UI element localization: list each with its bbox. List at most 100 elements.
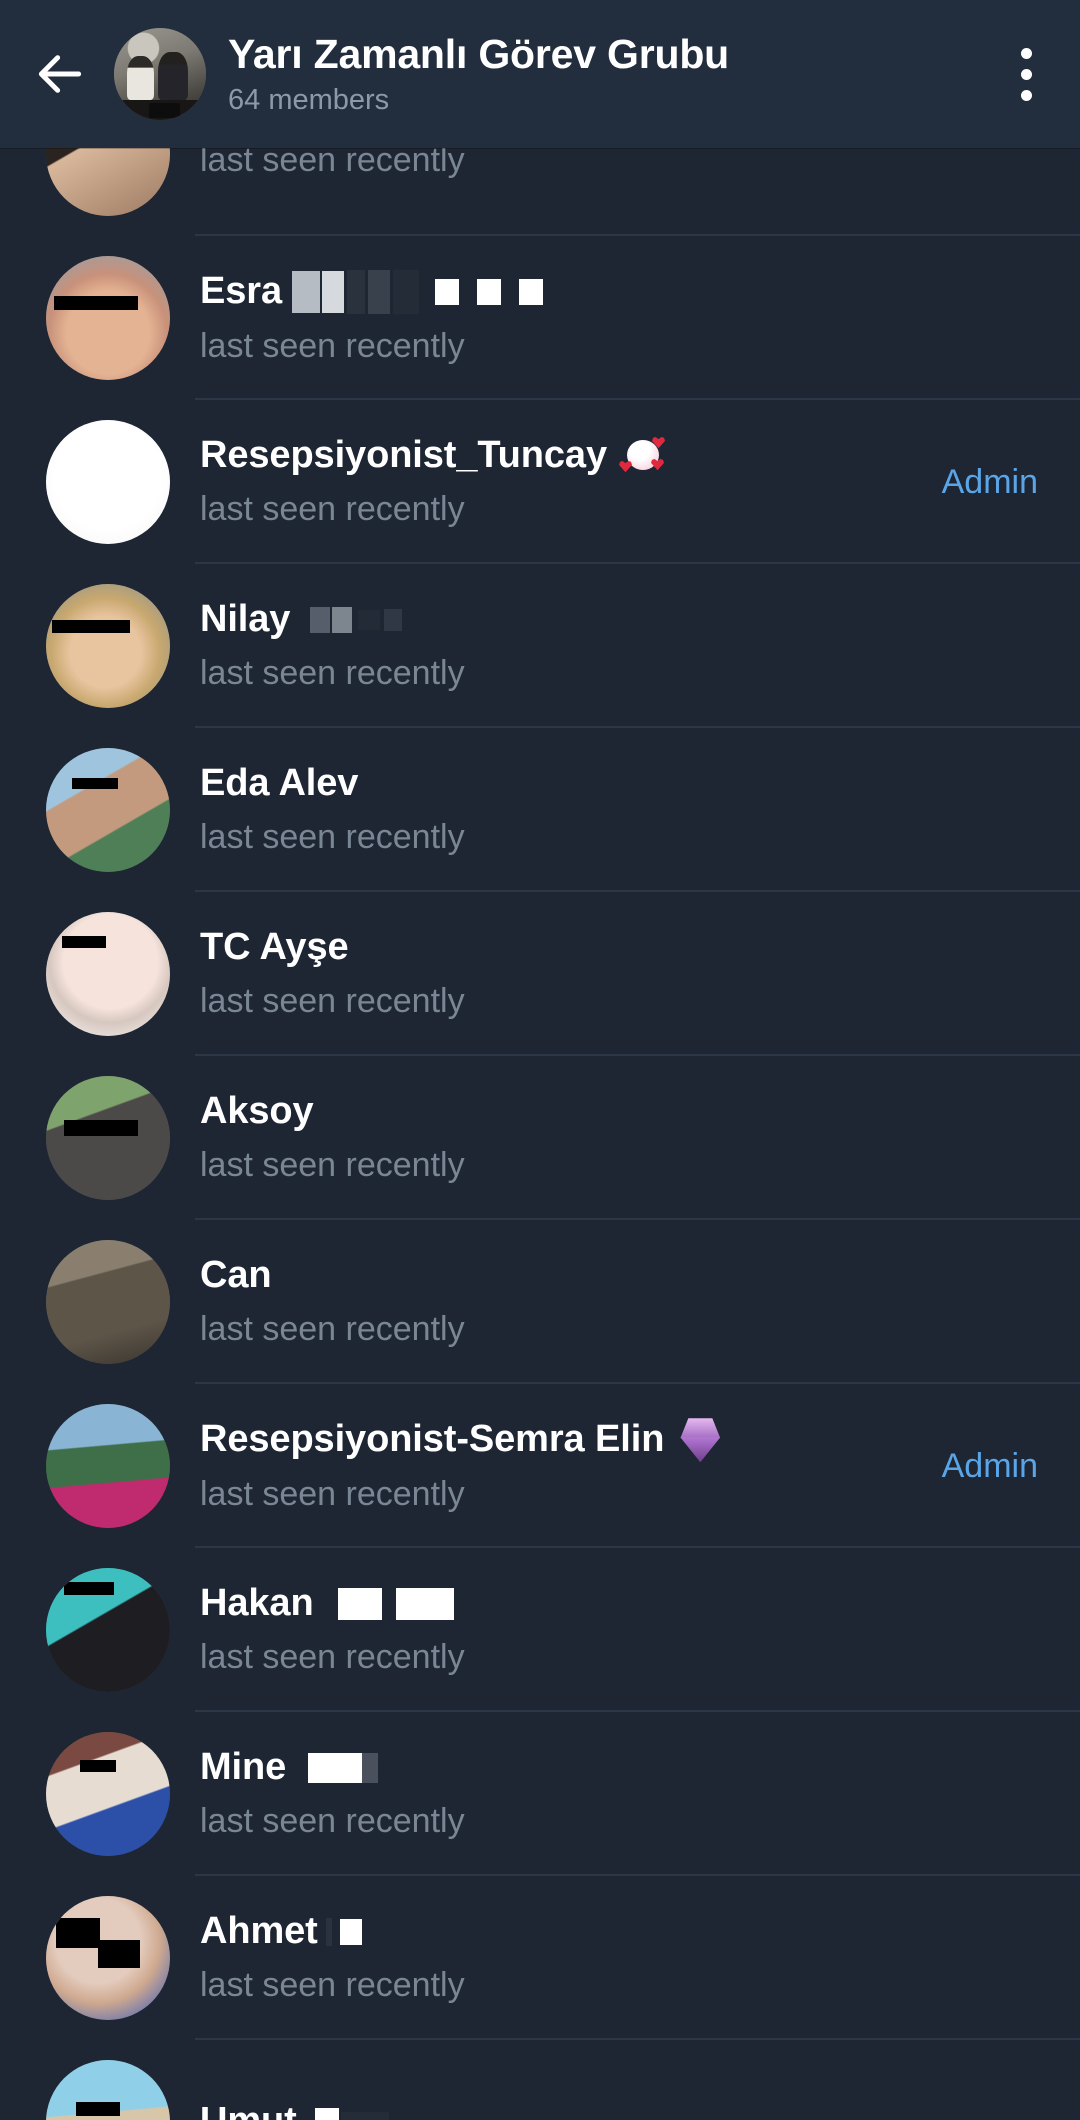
avatar[interactable] — [46, 1568, 170, 1692]
member-info: Hakan last seen recently — [200, 1583, 1080, 1676]
redaction-block — [393, 270, 420, 315]
overflow-menu-icon-dot-1 — [1020, 47, 1032, 59]
member-row[interactable]: Aksoy last seen recently — [0, 1056, 1080, 1220]
member-row[interactable]: Ahmet last seen recently — [0, 1876, 1080, 2040]
avatar[interactable] — [46, 1404, 170, 1528]
avatar[interactable] — [46, 2060, 170, 2120]
member-status: last seen recently — [200, 654, 465, 693]
header-text-block: Yarı Zamanlı Görev Grubu 64 members — [228, 33, 972, 114]
avatar[interactable] — [46, 256, 170, 380]
member-status: last seen recently — [200, 818, 465, 857]
avatar-photo — [46, 1732, 170, 1856]
member-row[interactable]: Esra last seen recently — [0, 236, 1080, 400]
member-row[interactable]: Mine last seen recently — [0, 1712, 1080, 1876]
group-avatar[interactable] — [114, 28, 206, 120]
app-header: Yarı Zamanlı Görev Grubu 64 members — [0, 0, 1080, 148]
member-name: Esra — [200, 270, 283, 313]
avatar[interactable] — [46, 420, 170, 544]
member-status: last seen recently — [200, 1802, 465, 1841]
cat-heart-icon — [619, 436, 666, 476]
redaction-block — [347, 270, 366, 315]
member-row[interactable]: TC Ayşe last seen recently — [0, 892, 1080, 1056]
member-name-line: Aksoy — [200, 1091, 1080, 1133]
avatar-photo — [46, 584, 170, 708]
member-row[interactable]: Resepsiyonist_Tuncay last seen recently Ad… — [0, 400, 1080, 564]
member-row[interactable]: Resepsiyonist-Semra Elin last seen recent… — [0, 1384, 1080, 1548]
avatar-photo — [46, 1240, 170, 1364]
redacted-name-blocks — [303, 2107, 389, 2120]
member-status: last seen recently — [200, 1310, 465, 1349]
member-status: last seen recently — [200, 982, 465, 1021]
member-row[interactable]: Umut — [0, 2040, 1080, 2120]
privacy-bar — [80, 1760, 116, 1772]
avatar[interactable] — [46, 584, 170, 708]
avatar[interactable] — [46, 912, 170, 1036]
avatar-photo — [46, 420, 170, 544]
page-title: Yarı Zamanlı Görev Grubu — [228, 31, 730, 78]
member-name-line: Can — [200, 1255, 1080, 1297]
overflow-menu-icon-dot-2 — [1020, 68, 1032, 80]
redaction-block — [519, 279, 544, 306]
redaction-block — [340, 2111, 389, 2120]
member-row[interactable]: Eda Alev last seen recently — [0, 728, 1080, 892]
member-name: Resepsiyonist-Semra Elin — [200, 1418, 665, 1461]
redaction-block — [308, 1753, 363, 1784]
avatar-photo — [46, 912, 170, 1036]
member-status: last seen recently — [200, 1966, 465, 2005]
member-name: Eda Alev — [200, 762, 359, 805]
member-row[interactable]: Nilay last seen recently — [0, 564, 1080, 728]
avatar[interactable] — [46, 748, 170, 872]
avatar[interactable] — [46, 1076, 170, 1200]
member-info: Aksoy last seen recently — [200, 1091, 1080, 1184]
member-info: Mine last seen recently — [200, 1747, 1080, 1840]
redacted-name-blocks — [320, 1588, 454, 1621]
member-name-line: Hakan — [200, 1583, 1080, 1625]
member-row[interactable]: Hakan last seen recently — [0, 1548, 1080, 1712]
overflow-menu-button[interactable] — [972, 0, 1080, 148]
member-info: Resepsiyonist_Tuncaylast seen recently — [200, 435, 942, 528]
member-status: last seen recently — [200, 490, 465, 529]
member-name: TC Ayşe — [200, 926, 349, 969]
avatar[interactable] — [46, 1240, 170, 1364]
member-status: last seen recently — [200, 1146, 465, 1185]
member-status: last seen recently — [200, 327, 465, 366]
admin-badge: Admin — [941, 1446, 1038, 1485]
group-members-screen: Yarı Zamanlı Görev Grubu 64 members last… — [0, 0, 1080, 2120]
privacy-bar — [76, 2102, 120, 2116]
back-button[interactable] — [0, 0, 120, 148]
privacy-bar — [64, 1120, 138, 1136]
member-name: Aksoy — [200, 1090, 314, 1133]
redaction-block — [358, 610, 381, 631]
redacted-name-blocks — [324, 1918, 362, 1947]
redaction-block — [310, 607, 331, 634]
avatar[interactable] — [46, 1896, 170, 2020]
avatar[interactable] — [46, 1732, 170, 1856]
privacy-bar — [72, 778, 118, 789]
redaction-block — [292, 271, 321, 314]
group-avatar-laptop — [148, 103, 181, 119]
redaction-block — [477, 279, 502, 306]
member-name-line: TC Ayşe — [200, 927, 1080, 969]
member-row[interactable]: last seen recently — [0, 148, 1080, 236]
member-name: Can — [200, 1254, 272, 1297]
redaction-block — [337, 1588, 382, 1621]
member-list[interactable]: last seen recently Esra last seen recently… — [0, 148, 1080, 2120]
member-list-inner: last seen recently Esra last seen recently… — [0, 148, 1080, 2120]
member-status: last seen recently — [200, 1638, 465, 1677]
back-arrow-icon — [38, 55, 82, 93]
member-info: Ahmet last seen recently — [200, 1911, 1080, 2004]
member-name: Umut — [200, 2100, 297, 2120]
avatar-photo — [46, 256, 170, 380]
member-name-line: Resepsiyonist_Tuncay — [200, 435, 942, 477]
member-status: last seen recently — [200, 148, 465, 180]
avatar-photo — [46, 148, 170, 216]
privacy-bar — [62, 936, 106, 948]
member-status: last seen recently — [200, 1475, 465, 1514]
avatar[interactable] — [46, 148, 170, 216]
overflow-menu-icon-dot-3 — [1020, 89, 1032, 101]
member-name: Resepsiyonist_Tuncay — [200, 434, 608, 477]
redaction-block — [384, 609, 403, 632]
member-name-line: Mine — [200, 1747, 1080, 1789]
heart-shape — [619, 461, 633, 473]
member-row[interactable]: Can last seen recently — [0, 1220, 1080, 1384]
